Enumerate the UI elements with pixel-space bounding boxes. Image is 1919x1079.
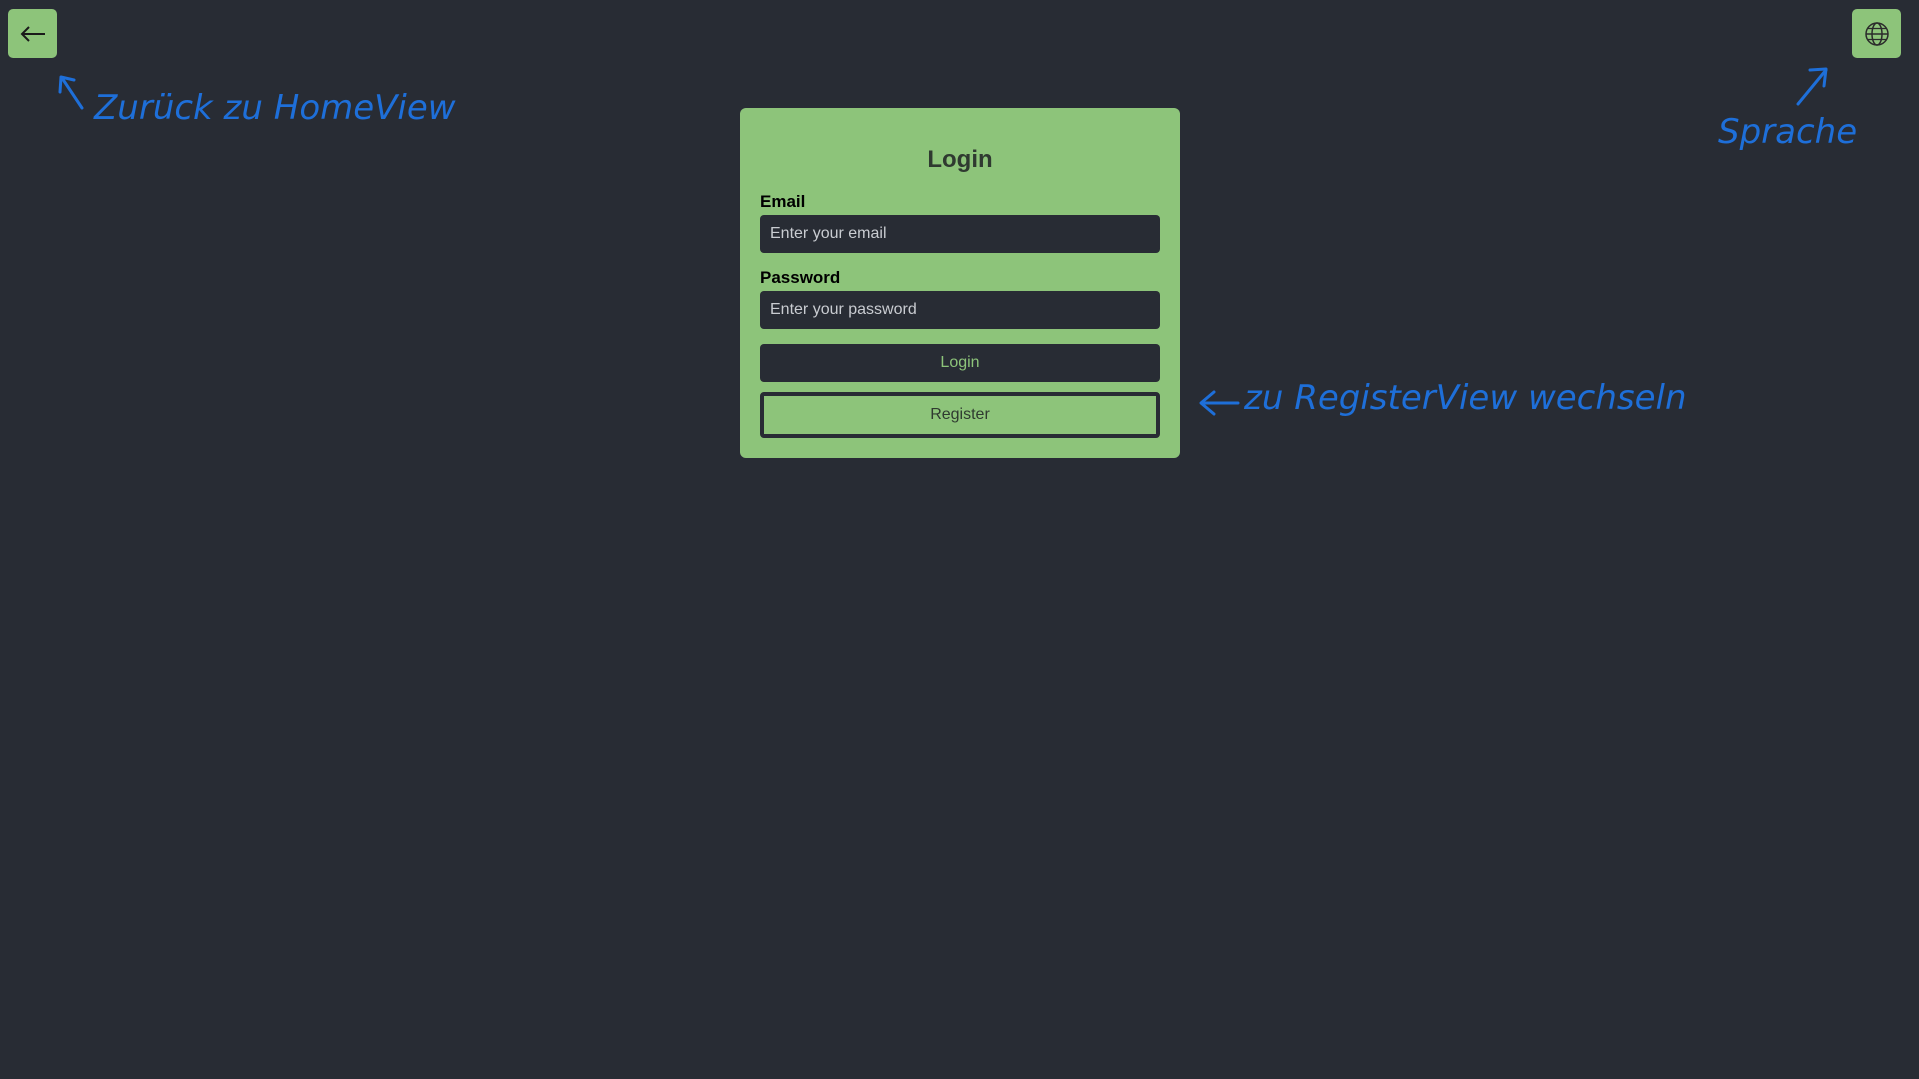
arrow-left-icon: [20, 25, 45, 42]
login-button[interactable]: Login: [760, 344, 1160, 382]
annotation-arrow-up-left-icon: [58, 75, 84, 110]
language-button[interactable]: [1852, 9, 1901, 58]
annotation-language-text: Sprache: [1718, 112, 1858, 152]
back-button[interactable]: [8, 9, 57, 58]
register-button[interactable]: Register: [760, 392, 1160, 438]
annotation-arrow-up-right-icon: [1796, 67, 1828, 106]
globe-icon: [1864, 21, 1889, 46]
email-label: Email: [760, 192, 806, 211]
email-input[interactable]: [760, 215, 1160, 253]
login-title: Login: [927, 146, 993, 173]
annotation-back-text: Zurück zu HomeView: [94, 88, 456, 128]
login-card: Login Email Password Login Register: [740, 108, 1180, 458]
password-input[interactable]: [760, 291, 1160, 329]
annotation-register-text: zu RegisterView wechseln: [1244, 378, 1687, 418]
password-label: Password: [760, 268, 841, 287]
annotation-arrow-left-icon: [1199, 390, 1240, 416]
